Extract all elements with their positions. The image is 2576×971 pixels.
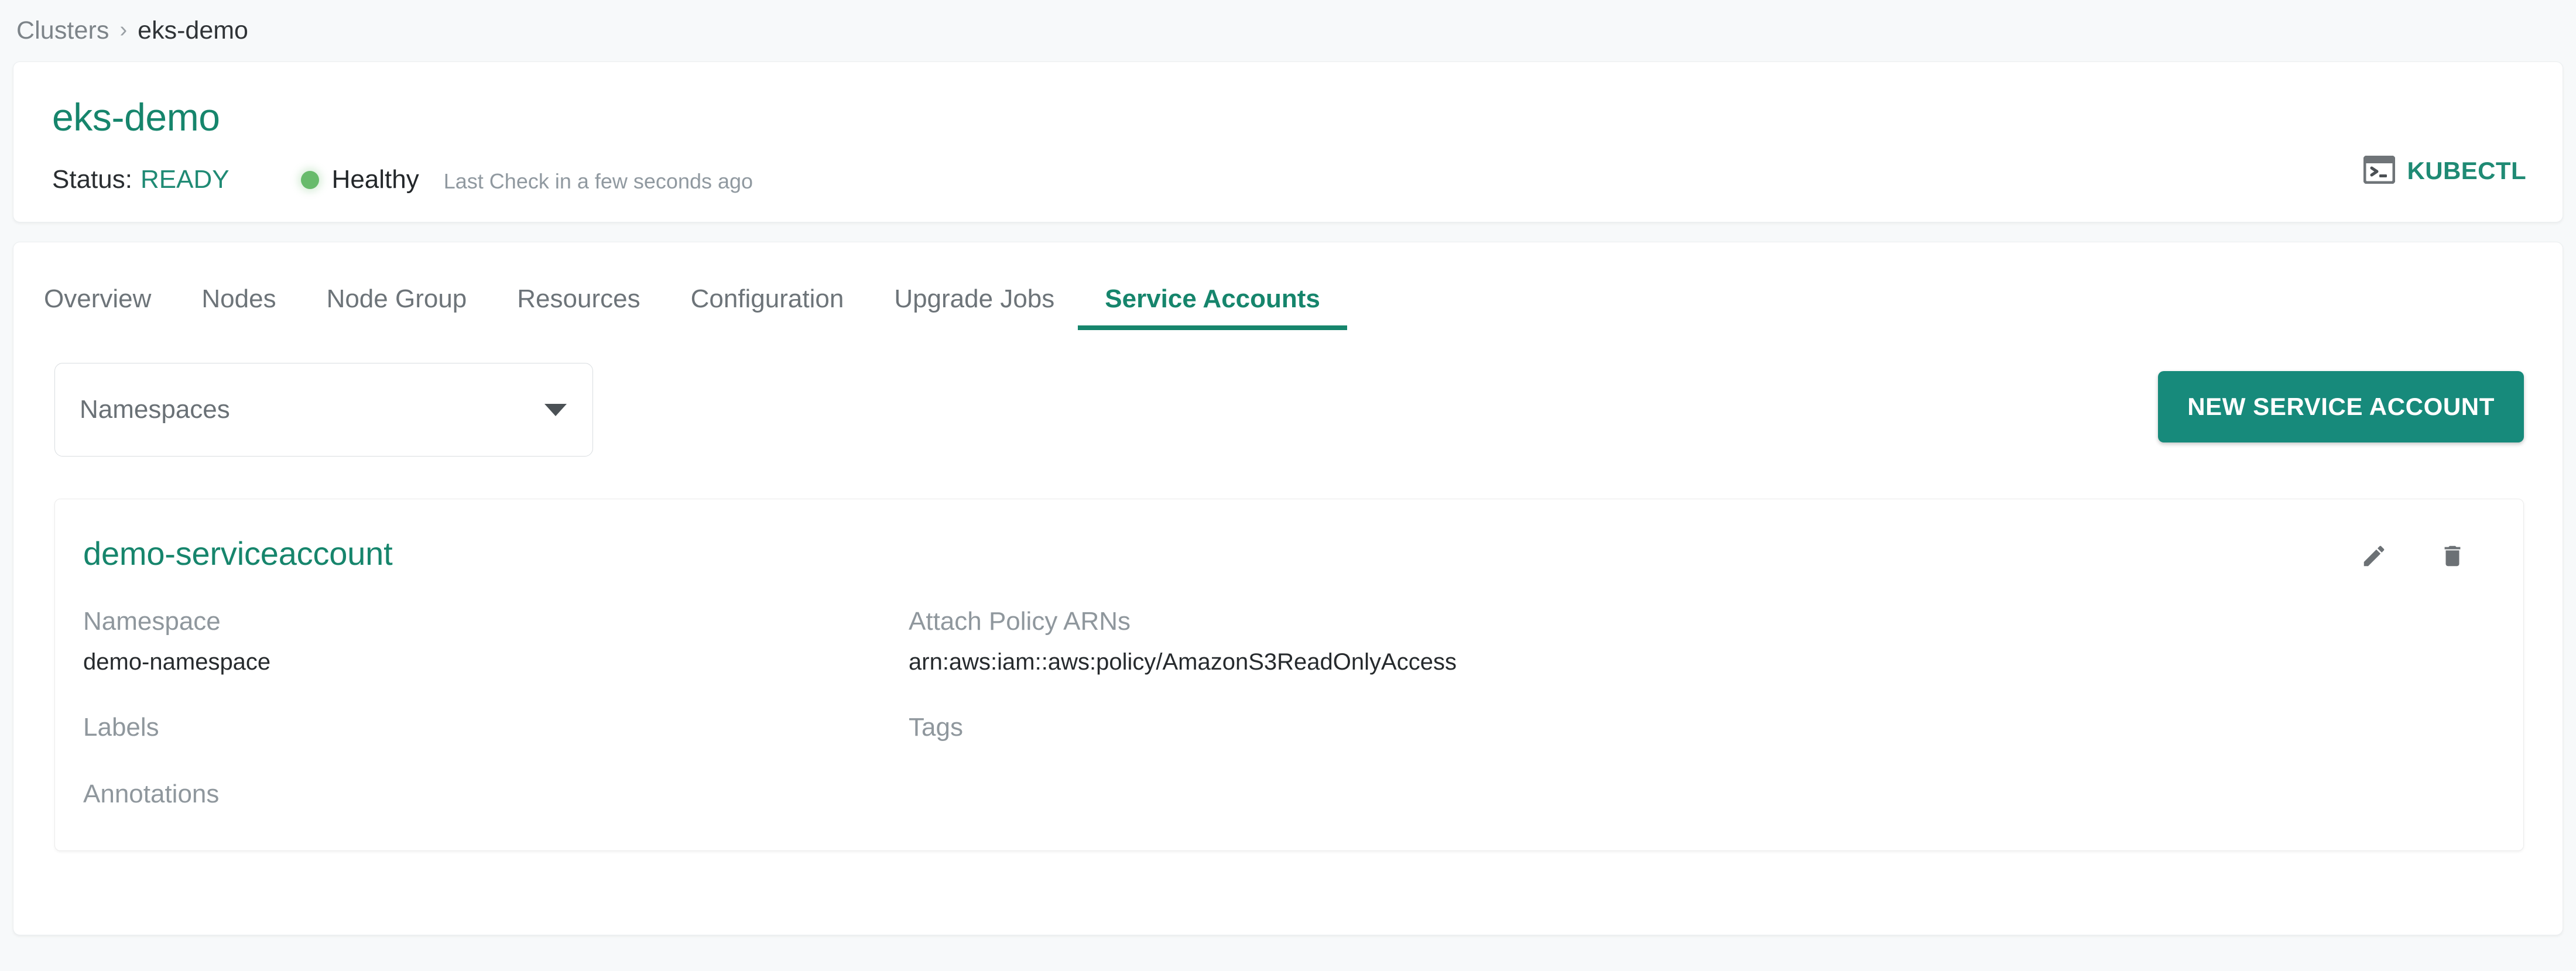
health-dot-icon (300, 170, 319, 189)
service-accounts-panel: Overview Nodes Node Group Resources Conf… (13, 242, 2563, 935)
cluster-header-card: eks-demo Status: READY Healthy Last Chec… (13, 61, 2563, 222)
service-account-details: Namespace demo-namespace Attach Policy A… (83, 609, 2482, 815)
trash-icon (2439, 543, 2466, 571)
breadcrumb-separator-icon: › (119, 17, 128, 42)
health-label: Healthy (331, 165, 419, 194)
last-check-text: Last Check in a few seconds ago (443, 169, 753, 193)
tab-configuration[interactable]: Configuration (691, 284, 844, 330)
field-namespace-value: demo-namespace (83, 649, 271, 675)
cluster-tabs: Overview Nodes Node Group Resources Conf… (13, 242, 2563, 330)
controls-row: Namespaces NEW SERVICE ACCOUNT (13, 363, 2563, 468)
field-attach-policy-arns-label: Attach Policy ARNs (909, 607, 1131, 636)
field-annotations: Annotations (83, 781, 909, 815)
pencil-icon (2361, 543, 2387, 571)
field-namespace: Namespace demo-namespace (83, 609, 909, 682)
service-account-actions (2361, 543, 2466, 571)
health-group: Healthy (300, 165, 419, 194)
tab-nodes[interactable]: Nodes (201, 284, 276, 330)
service-account-name[interactable]: demo-serviceaccount (83, 534, 2482, 572)
chevron-down-icon (544, 403, 567, 416)
terminal-icon (2363, 155, 2396, 186)
field-attach-policy-arns: Attach Policy ARNs arn:aws:iam::aws:poli… (909, 609, 2482, 682)
namespace-select-value: Namespaces (80, 395, 230, 424)
field-tags-label: Tags (909, 713, 963, 742)
page-title: eks-demo (52, 95, 220, 139)
tab-overview[interactable]: Overview (44, 284, 151, 330)
service-account-card: demo-serviceaccount Namespace demo-names… (54, 499, 2524, 851)
field-annotations-spacer (909, 781, 2482, 815)
status-badge: READY (140, 165, 229, 194)
edit-service-account-button[interactable] (2361, 543, 2387, 571)
breadcrumb: Clusters › eks-demo (13, 0, 2563, 61)
namespace-select[interactable]: Namespaces (54, 363, 593, 457)
breadcrumb-current-eks-demo: eks-demo (138, 16, 248, 44)
tab-upgrade-jobs[interactable]: Upgrade Jobs (894, 284, 1054, 330)
page-root: Clusters › eks-demo eks-demo Status: REA… (0, 0, 2576, 971)
delete-service-account-button[interactable] (2439, 543, 2466, 571)
tab-resources[interactable]: Resources (517, 284, 640, 330)
new-service-account-button[interactable]: NEW SERVICE ACCOUNT (2158, 371, 2524, 442)
field-tags: Tags (909, 715, 2482, 749)
field-namespace-label: Namespace (83, 607, 221, 636)
kubectl-label: KUBECTL (2407, 156, 2526, 184)
breadcrumb-link-clusters[interactable]: Clusters (16, 16, 109, 45)
cluster-status-row: Status: READY Healthy Last Check in a fe… (52, 165, 753, 194)
tab-service-accounts[interactable]: Service Accounts (1078, 284, 1347, 330)
field-attach-policy-arns-value: arn:aws:iam::aws:policy/AmazonS3ReadOnly… (909, 649, 1457, 675)
field-labels-label: Labels (83, 713, 159, 742)
field-annotations-label: Annotations (83, 780, 220, 808)
kubectl-button[interactable]: KUBECTL (2363, 155, 2526, 186)
status-label: Status: (52, 165, 132, 194)
tab-node-group[interactable]: Node Group (327, 284, 467, 330)
field-labels: Labels (83, 715, 909, 749)
